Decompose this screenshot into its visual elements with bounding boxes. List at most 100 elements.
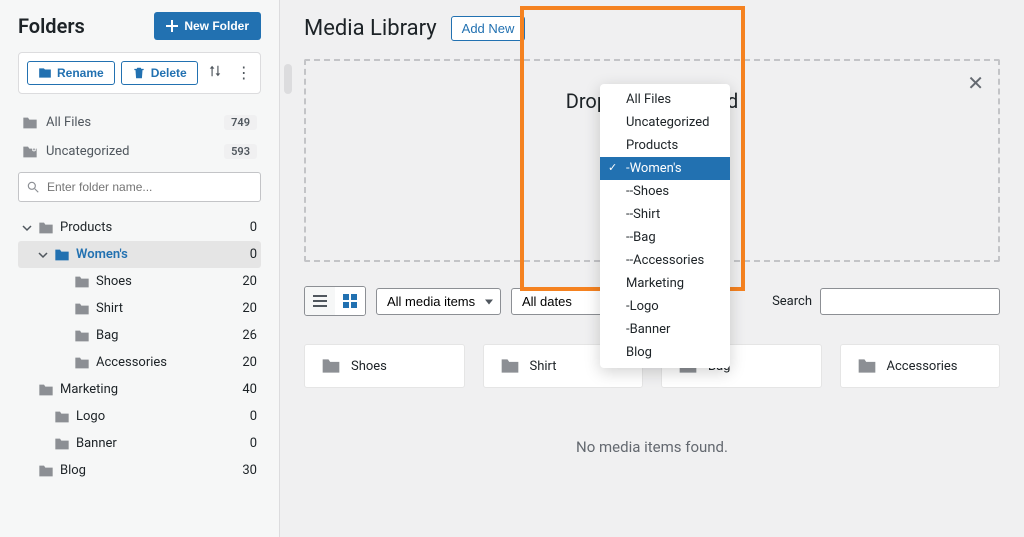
dropdown-option[interactable]: Uncategorized — [600, 111, 730, 134]
add-new-button[interactable]: Add New — [451, 16, 526, 41]
dropdown-option[interactable]: --Accessories — [600, 249, 730, 272]
folder-icon — [38, 383, 54, 397]
folder-icon — [857, 357, 877, 375]
folder-icon — [321, 357, 341, 375]
trash-icon — [132, 66, 146, 80]
tree-node-label: Shoes — [96, 274, 132, 289]
tree-node-women-s[interactable]: Women's 0 — [18, 241, 261, 268]
dropdown-option[interactable]: --Shoes — [600, 180, 730, 203]
folder-icon — [54, 248, 70, 262]
list-icon — [312, 293, 328, 309]
tree-node-banner[interactable]: Banner0 — [18, 430, 261, 457]
folder-icon — [74, 275, 90, 289]
search-icon — [26, 180, 40, 194]
tree-node-label: Blog — [60, 463, 86, 478]
tree-node-shirt[interactable]: Shirt 20 — [18, 295, 261, 322]
page-title: Media Library — [304, 16, 437, 41]
tree-node-count: 20 — [242, 355, 257, 370]
dropdown-option[interactable]: --Shirt — [600, 203, 730, 226]
new-folder-label: New Folder — [184, 19, 249, 33]
folder-icon — [74, 329, 90, 343]
tree-node-blog[interactable]: Blog 30 — [18, 457, 261, 484]
tree-node-marketing[interactable]: Marketing 40 — [18, 376, 261, 403]
tree-node-label: Bag — [96, 328, 118, 343]
grid-view-button[interactable] — [335, 287, 365, 315]
chevron-down-icon — [38, 250, 48, 260]
tree-node-accessories[interactable]: Accessories 20 — [18, 349, 261, 376]
tree-node-count: 20 — [242, 274, 257, 289]
all-files-row[interactable]: All Files 749 — [18, 108, 261, 137]
folder-card-label: Accessories — [887, 359, 958, 374]
tree-node-count: 0 — [250, 247, 257, 262]
folder-card-accessories[interactable]: Accessories — [840, 344, 1001, 388]
search-label: Search — [772, 294, 812, 309]
folder-search-input[interactable] — [18, 172, 261, 202]
folder-icon — [38, 464, 54, 478]
dropdown-option[interactable]: --Bag — [600, 226, 730, 249]
folder-icon — [38, 221, 54, 235]
media-type-filter[interactable]: All media items — [376, 288, 501, 315]
uncategorized-count: 593 — [224, 144, 257, 159]
folder-icon — [74, 356, 90, 370]
tree-node-count: 0 — [250, 409, 257, 424]
rename-button[interactable]: Rename — [27, 61, 115, 85]
folder-card-label: Shoes — [351, 359, 387, 374]
folder-tree: Products 0 Women's 0 Shoes 20 Shirt 20 Bag 26 Acce… — [18, 214, 261, 484]
folder-card-label: Shirt — [530, 359, 557, 374]
list-view-button[interactable] — [305, 287, 335, 315]
dropdown-option[interactable]: Blog — [600, 341, 730, 364]
folders-sidebar: Folders New Folder Rename Delete ⋮ — [0, 0, 280, 537]
dropdown-option[interactable]: -Logo — [600, 295, 730, 318]
all-files-count: 749 — [224, 115, 257, 130]
tree-node-label: Banner — [76, 436, 117, 451]
dropdown-option[interactable]: All Files — [600, 88, 730, 111]
chevron-down-icon — [22, 223, 32, 233]
dropdown-option[interactable]: -Banner — [600, 318, 730, 341]
uncategorized-icon — [22, 145, 38, 159]
tree-node-count: 26 — [242, 328, 257, 343]
tree-node-label: Accessories — [96, 355, 167, 370]
folder-edit-icon — [38, 66, 52, 80]
tree-node-count: 40 — [242, 382, 257, 397]
folder-toolbar: Rename Delete ⋮ — [18, 52, 261, 94]
delete-label: Delete — [151, 66, 187, 80]
view-toggle — [304, 286, 366, 316]
folder-icon — [54, 437, 70, 451]
tree-node-label: Women's — [76, 247, 128, 262]
tree-node-bag[interactable]: Bag 26 — [18, 322, 261, 349]
uncategorized-row[interactable]: Uncategorized 593 — [18, 137, 261, 166]
folder-card-shoes[interactable]: Shoes — [304, 344, 465, 388]
grid-icon — [342, 293, 358, 309]
tree-node-label: Shirt — [96, 301, 123, 316]
tree-node-count: 0 — [250, 220, 257, 235]
delete-button[interactable]: Delete — [121, 61, 198, 85]
main-content: Media Library Add New ✕ Drop files to up… — [280, 0, 1024, 537]
choose-folder-dropdown: All FilesUncategorizedProducts-Women's--… — [600, 84, 730, 368]
folder-icon — [54, 410, 70, 424]
more-menu-icon[interactable]: ⋮ — [232, 63, 256, 83]
dropdown-option[interactable]: Products — [600, 134, 730, 157]
uncategorized-label: Uncategorized — [46, 144, 129, 159]
folder-icon — [74, 302, 90, 316]
dropdown-option[interactable]: Marketing — [600, 272, 730, 295]
tree-node-logo[interactable]: Logo 0 — [18, 403, 261, 430]
rename-label: Rename — [57, 66, 104, 80]
close-dropzone-button[interactable]: ✕ — [967, 71, 984, 95]
sidebar-title: Folders — [18, 14, 85, 38]
no-items-message: No media items found. — [304, 438, 1000, 456]
dropdown-option[interactable]: -Women's — [600, 157, 730, 180]
tree-node-shoes[interactable]: Shoes 20 — [18, 268, 261, 295]
tree-node-label: Marketing — [60, 382, 118, 397]
tree-node-label: Products — [60, 220, 112, 235]
files-icon — [22, 116, 38, 130]
folder-icon — [500, 357, 520, 375]
tree-node-count: 30 — [242, 463, 257, 478]
tree-node-label: Logo — [76, 409, 105, 424]
sort-icon[interactable] — [204, 62, 226, 84]
new-folder-button[interactable]: New Folder — [154, 12, 261, 40]
folder-search — [18, 172, 261, 202]
media-search-input[interactable] — [820, 288, 1000, 315]
tree-node-products[interactable]: Products 0 — [18, 214, 261, 241]
tree-node-count: 20 — [242, 301, 257, 316]
plus-icon — [166, 20, 178, 32]
